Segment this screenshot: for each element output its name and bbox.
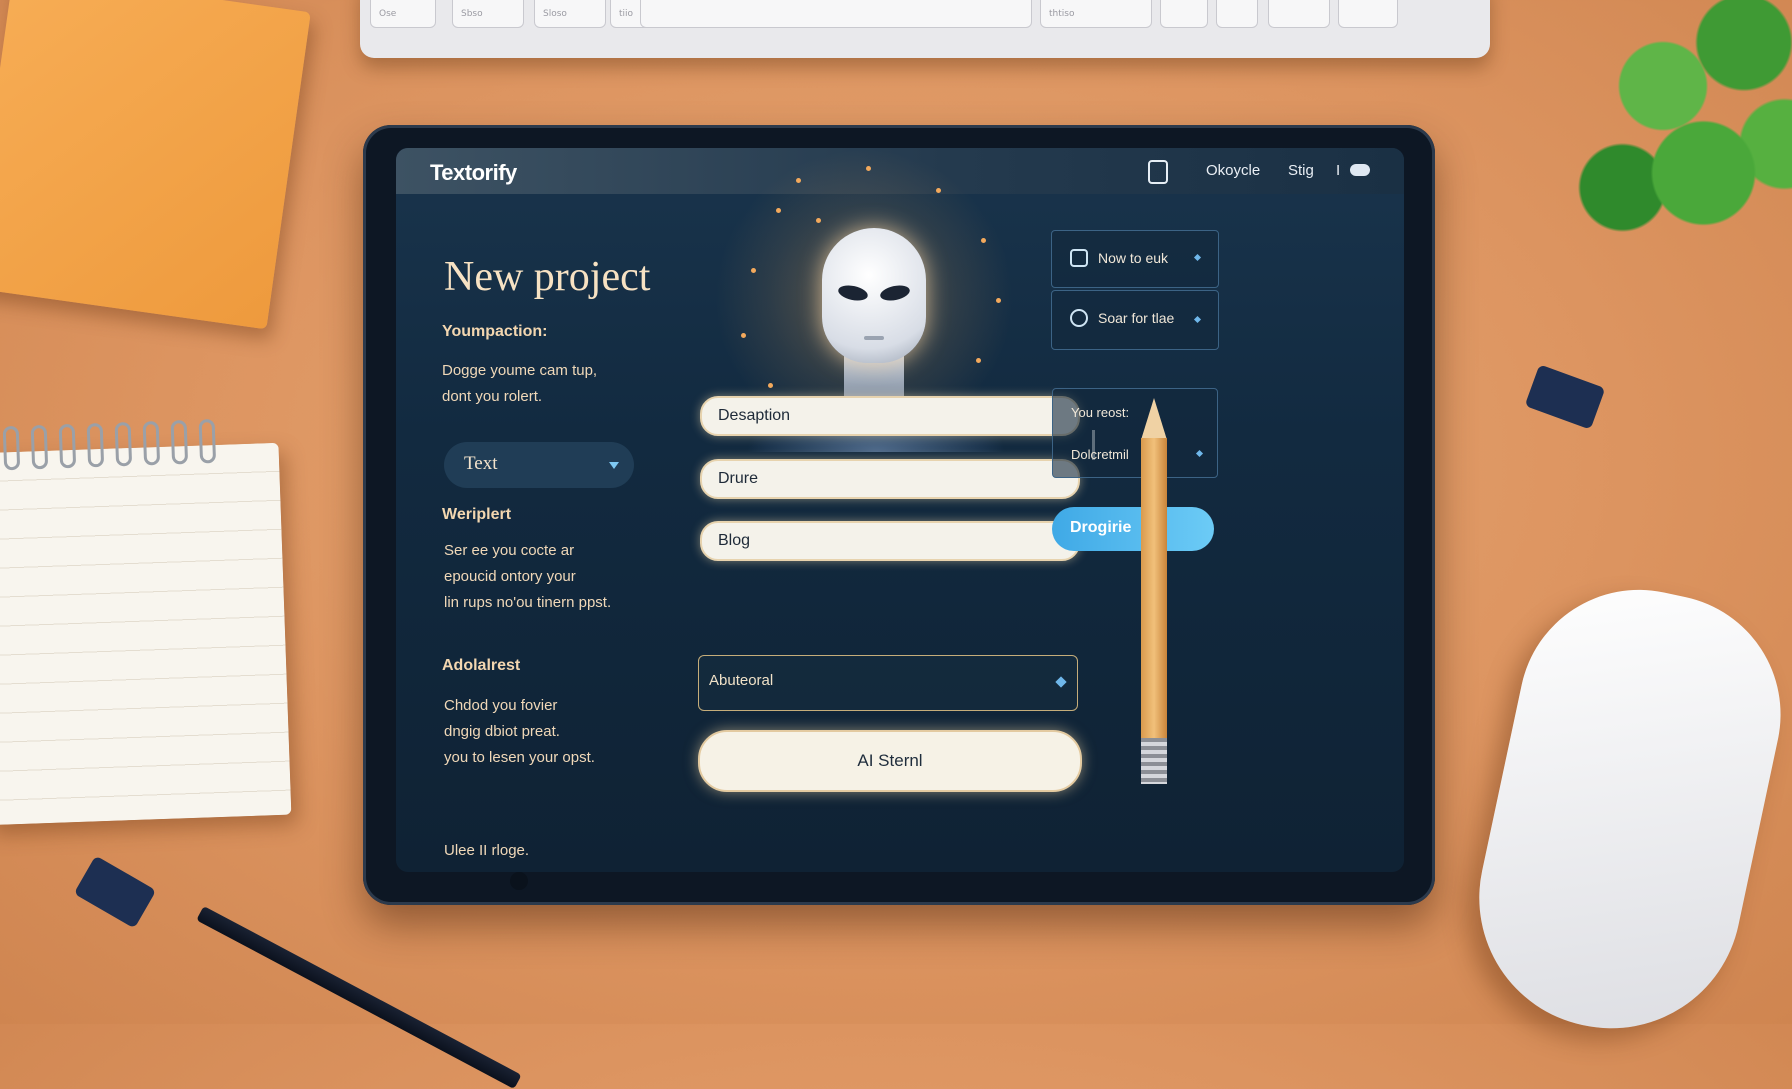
app-screen: Textorify Okoycle Stig I New project You… bbox=[396, 148, 1404, 872]
pen bbox=[196, 905, 522, 1089]
chevron-down-icon bbox=[1193, 315, 1202, 324]
nav-item[interactable]: Okoycle bbox=[1206, 162, 1260, 179]
type-dropdown[interactable]: Text bbox=[444, 442, 634, 488]
chevron-down-icon bbox=[609, 462, 619, 469]
category-input[interactable] bbox=[716, 531, 1060, 551]
square-icon bbox=[1070, 249, 1088, 267]
section-label: Adolalrest bbox=[442, 657, 521, 674]
keyboard-key: Sloso bbox=[534, 0, 606, 28]
record-icon bbox=[1070, 309, 1088, 327]
footer-text: Ulee II rloge. bbox=[444, 842, 530, 859]
notepad bbox=[0, 419, 292, 826]
pencil bbox=[1141, 438, 1167, 738]
chevron-down-icon bbox=[1193, 253, 1202, 262]
keyboard-key: thtiso bbox=[1040, 0, 1152, 28]
keyboard-key: Sbso bbox=[452, 0, 524, 28]
plant bbox=[1555, 0, 1792, 260]
app-logo: Textorify bbox=[430, 160, 517, 185]
keyboard-key bbox=[1160, 0, 1208, 28]
keyboard-key: Ose bbox=[370, 0, 436, 28]
text-field[interactable] bbox=[700, 459, 1080, 499]
keyboard-key bbox=[1268, 0, 1330, 28]
keyboard-spacebar bbox=[640, 0, 1032, 28]
option-card[interactable]: Soar for tlae bbox=[1051, 290, 1219, 350]
user-icon[interactable] bbox=[1148, 160, 1168, 184]
ai-face-icon bbox=[822, 228, 926, 363]
option-card[interactable]: Now to euk bbox=[1051, 230, 1219, 288]
chevron-down-icon bbox=[1055, 676, 1067, 688]
sticky-note bbox=[0, 0, 311, 330]
nav-item[interactable]: I bbox=[1336, 162, 1340, 179]
cloud-icon[interactable] bbox=[1350, 164, 1370, 176]
section-label: Weriplert bbox=[442, 506, 512, 523]
pencil-tip bbox=[1141, 398, 1167, 440]
nav-item[interactable]: Stig bbox=[1288, 162, 1314, 179]
text-input[interactable] bbox=[716, 469, 1060, 489]
section-description: Dogge youme cam tup, dont you rolert. bbox=[442, 362, 598, 405]
primary-action-button[interactable]: Drogirie bbox=[1052, 507, 1214, 551]
category-field[interactable] bbox=[700, 521, 1080, 561]
option-select[interactable]: Abuteoral bbox=[698, 655, 1078, 711]
binder-clip bbox=[73, 855, 157, 929]
ai-generate-button[interactable]: AI Sternl bbox=[698, 730, 1082, 792]
section-label: Youmpaction: bbox=[442, 323, 548, 340]
result-panel: You reost: Dolcretmil bbox=[1052, 388, 1218, 478]
description-input[interactable] bbox=[716, 406, 1060, 426]
keyboard-key bbox=[1338, 0, 1398, 28]
computer-mouse bbox=[1455, 567, 1792, 1053]
binder-clip bbox=[1524, 364, 1606, 430]
section-description: Ser ee you cocte ar epoucid ontory your … bbox=[444, 542, 612, 611]
description-field[interactable] bbox=[700, 396, 1080, 436]
section-description: Chdod you fovier dngig dbiot preat. you … bbox=[444, 697, 595, 766]
tablet-camera bbox=[510, 872, 528, 890]
chevron-down-icon bbox=[1195, 449, 1204, 458]
keyboard-key bbox=[1216, 0, 1258, 28]
keyboard: Ose Sbso Sloso tiio thtiso bbox=[360, 0, 1490, 58]
page-title: New project bbox=[444, 254, 651, 300]
pencil-band bbox=[1141, 738, 1167, 784]
